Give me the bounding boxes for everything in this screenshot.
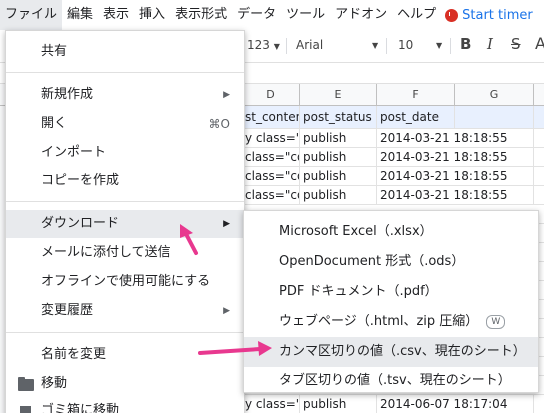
font-dropdown[interactable]: Arial [296, 38, 323, 52]
shortcut-label: ⌘O [208, 117, 230, 131]
menu-edit[interactable]: 編集 [62, 0, 98, 30]
menu-item-move[interactable]: 移動 [6, 370, 244, 398]
menu-item-label: 開く [41, 116, 68, 131]
table-cell[interactable]: class="co [242, 186, 300, 205]
table-cell[interactable]: publish [300, 167, 377, 186]
table-cell[interactable]: class="co [242, 167, 300, 186]
menu-item-import[interactable]: インポート [6, 139, 244, 167]
toolbar-divider [386, 38, 387, 54]
menu-divider [6, 201, 244, 202]
menu-view[interactable]: 表示 [98, 0, 134, 30]
download-xlsx[interactable]: Microsoft Excel（.xlsx） [244, 217, 538, 247]
number-format-dropdown[interactable]: 123 ▼ [247, 38, 280, 52]
menu-tools[interactable]: ツール [281, 0, 330, 30]
strikethrough-button[interactable]: S [511, 35, 521, 53]
folder-icon [18, 377, 34, 391]
menu-item-new[interactable]: 新規作成 ▶ [6, 81, 244, 109]
table-cell[interactable]: publish [300, 129, 377, 148]
table-cell[interactable]: publish [300, 395, 377, 413]
bold-button[interactable]: B [460, 35, 471, 53]
file-menu: 共有 新規作成 ▶ 開く ⌘O インポート コピーを作成 ダウンロード ▶ メー… [5, 30, 245, 413]
menu-item-offline[interactable]: オフラインで使用可能にする [6, 268, 244, 296]
menu-item-download[interactable]: ダウンロード ▶ [6, 210, 244, 238]
download-tsv[interactable]: タブ区切りの値（.tsv、現在のシート） [244, 366, 538, 396]
table-cell[interactable]: post_status [300, 106, 377, 129]
menu-item-label: 変更履歴 [41, 303, 94, 318]
download-csv[interactable]: カンマ区切りの値（.csv、現在のシート） [244, 337, 538, 367]
toolbar-divider [286, 38, 287, 54]
chevron-down-icon: ▼ [372, 41, 379, 50]
menu-file[interactable]: ファイル [0, 0, 63, 30]
table-cell[interactable] [455, 106, 534, 129]
menu-item-make-copy[interactable]: コピーを作成 [6, 167, 244, 195]
table-cell[interactable]: 2014-03-21 18:18:55 [377, 167, 534, 186]
chevron-down-icon: ▼ [436, 41, 443, 50]
menu-item-open[interactable]: 開く ⌘O [6, 110, 244, 138]
menu-item-email-attachment[interactable]: メールに添付して送信 [6, 239, 244, 267]
column-header-g[interactable]: G [455, 84, 534, 106]
menu-item-label: ウェブページ（.html、zip 圧縮） [279, 314, 479, 329]
table-cell[interactable]: 2014-03-21 18:18:55 [377, 186, 534, 205]
menu-bar: ファイル 編集 表示 挿入 表示形式 データ ツール アドオン ヘルプ Star… [0, 0, 544, 30]
italic-button[interactable]: I [487, 35, 493, 53]
number-format-label: 123 [247, 38, 270, 52]
menu-divider [6, 332, 244, 333]
menu-item-label: ゴミ箱に移動 [41, 403, 120, 413]
menu-item-trash[interactable]: ゴミ箱に移動 [6, 397, 244, 413]
table-cell[interactable]: 2014-03-21 18:18:55 [377, 148, 534, 167]
table-cell[interactable]: publish [300, 186, 377, 205]
menu-addons[interactable]: アドオン [330, 0, 392, 30]
menu-item-label: ダウンロード [41, 216, 120, 231]
menu-divider [6, 72, 244, 73]
download-html[interactable]: ウェブページ（.html、zip 圧縮） W [244, 307, 538, 337]
chevron-down-icon: ▼ [273, 42, 280, 51]
table-cell[interactable]: publish [300, 148, 377, 167]
menu-insert[interactable]: 挿入 [134, 0, 170, 30]
menu-item-rename[interactable]: 名前を変更 [6, 341, 244, 369]
download-pdf[interactable]: PDF ドキュメント（.pdf） [244, 277, 538, 307]
table-cell[interactable]: 2014-06-07 18:17:04 [377, 395, 534, 413]
menu-format[interactable]: 表示形式 [170, 0, 232, 30]
trash-icon [20, 406, 31, 413]
table-cell[interactable]: st_content [242, 106, 300, 129]
column-header-f[interactable]: F [377, 84, 455, 106]
toolbar-divider [450, 38, 451, 54]
menu-item-label: 新規作成 [41, 87, 94, 102]
table-cell[interactable]: y class="co [242, 129, 300, 148]
menu-item-share[interactable]: 共有 [6, 38, 244, 66]
column-header-d[interactable]: D [242, 84, 300, 106]
text-color-icon[interactable]: A [535, 34, 544, 53]
shortcut-label: W [486, 314, 506, 329]
power-icon [445, 8, 459, 22]
table-cell[interactable]: post_date [377, 106, 455, 129]
download-ods[interactable]: OpenDocument 形式（.ods） [244, 247, 538, 277]
menu-item-label: 移動 [41, 376, 68, 391]
start-timer-label: Start timer [462, 7, 533, 23]
submenu-arrow-icon: ▶ [223, 219, 230, 229]
submenu-arrow-icon: ▶ [223, 90, 230, 100]
menu-help[interactable]: ヘルプ [392, 0, 441, 30]
submenu-arrow-icon: ▶ [223, 306, 230, 316]
column-header-e[interactable]: E [300, 84, 377, 106]
table-cell[interactable]: class="co [242, 148, 300, 167]
font-size-dropdown[interactable]: 10 [398, 38, 413, 52]
table-cell[interactable]: y class="fa [242, 395, 300, 413]
table-cell[interactable]: 2014-03-21 18:18:55 [377, 129, 534, 148]
menu-item-version-history[interactable]: 変更履歴 ▶ [6, 297, 244, 325]
menu-data[interactable]: データ [232, 0, 281, 30]
download-submenu: Microsoft Excel（.xlsx） OpenDocument 形式（.… [243, 210, 539, 393]
start-timer-button[interactable]: Start timer [441, 0, 533, 30]
